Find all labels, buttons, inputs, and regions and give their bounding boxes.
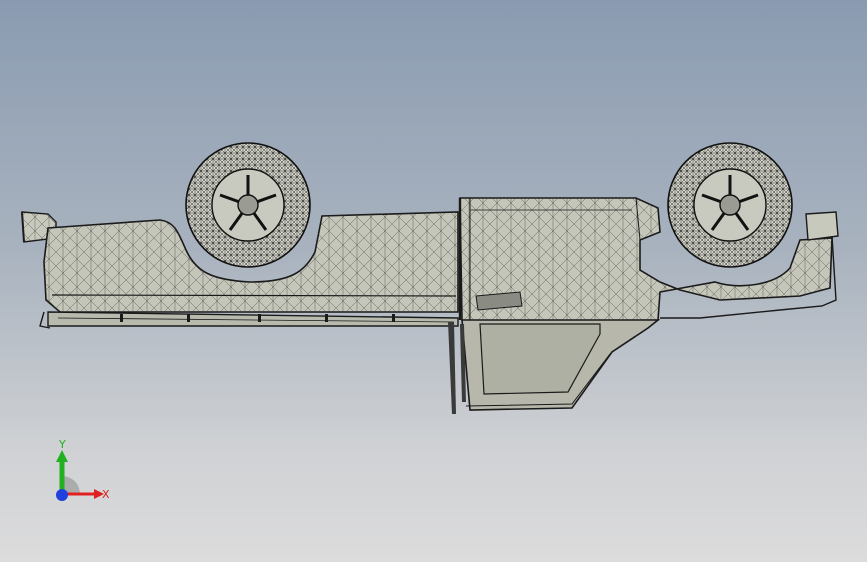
front-wheel [667,142,793,268]
x-axis-label: X [102,488,110,501]
y-axis-arrowhead-icon [56,450,68,462]
z-axis-dot-icon [56,489,68,501]
rear-wheel [185,142,311,268]
axis-triad: Y X [56,438,110,501]
door-panel [448,319,661,414]
graphics-viewport[interactable]: Y X [0,0,867,562]
truck-wireframe-model[interactable] [0,0,867,562]
y-axis-label: Y [58,438,66,451]
